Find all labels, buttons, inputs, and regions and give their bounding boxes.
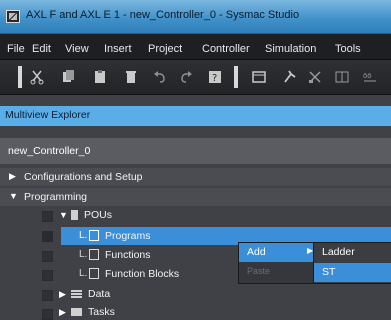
tree-label: Configurations and Setup — [24, 171, 143, 183]
toolbar-separator — [18, 66, 22, 88]
menu-insert[interactable]: Insert — [104, 43, 132, 55]
function-icon — [89, 249, 99, 260]
redo-icon[interactable] — [176, 67, 196, 87]
function-block-icon — [89, 268, 99, 279]
collapsed-arrow-icon[interactable]: ▶ — [59, 289, 66, 300]
tree-item-tasks[interactable]: Tasks — [88, 306, 115, 318]
tree-item-functions[interactable]: Functions — [105, 249, 151, 261]
cut-icon[interactable] — [27, 67, 47, 87]
compare-icon[interactable] — [332, 67, 352, 87]
panel-title: Multiview Explorer — [5, 109, 91, 121]
menu-controller[interactable]: Controller — [202, 43, 250, 55]
checkbox[interactable] — [42, 251, 53, 262]
pou-folder-icon — [71, 210, 78, 220]
tree-connector-icon: L. — [79, 268, 88, 279]
checkbox[interactable] — [42, 211, 53, 222]
context-menu-add-label: Add — [247, 246, 266, 258]
help-icon[interactable]: ? — [205, 67, 225, 87]
tree-item-data[interactable]: Data — [88, 288, 110, 300]
controller-name: new_Controller_0 — [8, 145, 91, 157]
menu-file[interactable]: File — [7, 43, 25, 55]
expanded-arrow-icon[interactable]: ▼ — [59, 210, 68, 220]
program-icon — [89, 230, 99, 241]
tree-connector-icon: L. — [79, 230, 88, 241]
context-menu-paste[interactable]: Paste — [247, 266, 270, 276]
window-title: AXL F and AXL E 1 - new_Controller_0 - S… — [26, 9, 300, 21]
checkbox[interactable] — [42, 290, 53, 301]
checkbox[interactable] — [42, 270, 53, 281]
tree-item-function-blocks[interactable]: Function Blocks — [105, 268, 179, 280]
cross-reference-icon[interactable] — [305, 67, 325, 87]
menu-simulation[interactable]: Simulation — [265, 43, 316, 55]
undo-icon[interactable] — [150, 67, 170, 87]
menu-tools[interactable]: Tools — [335, 43, 361, 55]
data-table-icon — [71, 290, 82, 299]
tree-label: Programs — [105, 230, 151, 242]
submenu-ladder[interactable]: Ladder — [322, 246, 355, 258]
app-icon[interactable] — [6, 10, 20, 23]
delete-icon[interactable] — [121, 67, 141, 87]
menu-project[interactable]: Project — [148, 43, 182, 55]
menu-bar — [0, 34, 391, 60]
tree-label: Programming — [24, 191, 88, 203]
expanded-arrow-icon[interactable]: ▼ — [9, 191, 18, 201]
paste-icon[interactable] — [90, 67, 110, 87]
tree-connector-icon: L. — [79, 249, 88, 260]
submenu-st-label: ST — [322, 266, 336, 278]
collapsed-arrow-icon[interactable]: ▶ — [9, 171, 16, 182]
collapsed-arrow-icon[interactable]: ▶ — [59, 307, 66, 318]
toolbar-separator — [234, 66, 238, 88]
window-icon[interactable] — [249, 67, 269, 87]
build-icon[interactable] — [280, 67, 300, 87]
tree-item-pous[interactable]: POUs — [84, 209, 112, 221]
menu-edit[interactable]: Edit — [32, 43, 51, 55]
menu-view[interactable]: View — [65, 43, 89, 55]
svg-text:?: ? — [212, 73, 217, 84]
checkbox[interactable] — [42, 231, 53, 242]
grid-icon[interactable]: ōō — [360, 67, 380, 87]
copy-icon[interactable] — [58, 67, 78, 87]
svg-text:ōō: ōō — [363, 72, 372, 80]
